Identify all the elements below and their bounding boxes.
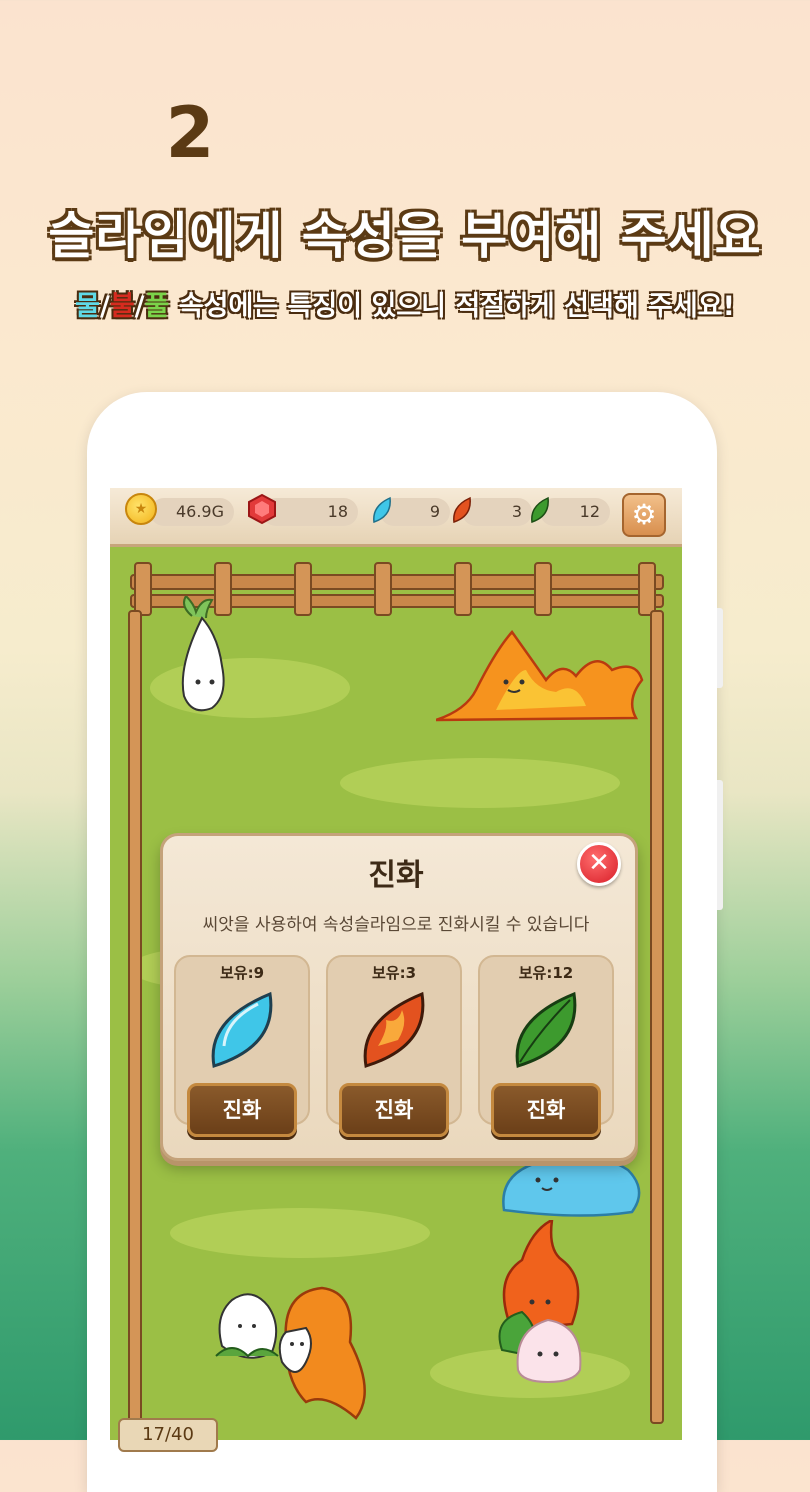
fence-post xyxy=(638,562,656,616)
modal-title: 진화 xyxy=(368,858,424,893)
evolve-water-button[interactable]: 진화 xyxy=(187,1083,297,1137)
grass-seed-count: 12 xyxy=(540,498,610,526)
subheadline-text: 속성에는 특징이 있으니 적절하게 선택해 주세요! xyxy=(169,291,735,322)
fence-post xyxy=(294,562,312,616)
fence-rail xyxy=(130,574,664,590)
ruby-icon xyxy=(248,493,276,525)
evolve-grass-button[interactable]: 진화 xyxy=(491,1083,601,1137)
water-owned-count: 보유:9 xyxy=(219,964,265,982)
separator: / xyxy=(99,291,110,322)
headline: 슬라임에게 속성을 부여해 주세요 xyxy=(48,207,762,265)
evolve-fire-button[interactable]: 진화 xyxy=(339,1083,449,1137)
fire-seed-icon xyxy=(453,496,471,524)
step-number: 2 xyxy=(165,92,215,174)
fire-owned-count: 보유:3 xyxy=(371,964,417,982)
grass-patch xyxy=(340,758,620,808)
fence-post xyxy=(374,562,392,616)
phone-side-button xyxy=(717,608,723,688)
close-icon: ✕ xyxy=(588,848,610,878)
separator: / xyxy=(134,291,145,322)
fire-seed-icon xyxy=(363,991,425,1068)
pink-slime xyxy=(516,1318,582,1384)
phone-side-button xyxy=(717,780,723,910)
grass-label: 풀 xyxy=(144,291,170,322)
coin-icon: ★ xyxy=(125,493,157,525)
settings-button[interactable]: ⚙ xyxy=(622,493,666,537)
fire-slime xyxy=(436,630,644,722)
water-seed-icon xyxy=(211,991,273,1068)
grass-seed-icon xyxy=(515,991,577,1068)
water-label: 물 xyxy=(75,291,100,322)
fence-post xyxy=(134,562,152,616)
fence-post xyxy=(454,562,472,616)
fence-post xyxy=(534,562,552,616)
gear-icon: ⚙ xyxy=(631,498,657,531)
subheadline: 물/불/풀 속성에는 특징이 있으니 적절하게 선택해 주세요! xyxy=(0,284,810,323)
close-button[interactable]: ✕ xyxy=(577,842,621,886)
fire-bird-slime xyxy=(278,1286,366,1420)
grass-owned-count: 보유:12 xyxy=(518,964,574,982)
white-slime xyxy=(215,1293,279,1359)
water-seed-icon xyxy=(373,496,391,524)
fire-seed-count: 3 xyxy=(462,498,532,526)
fence-side xyxy=(128,610,142,1424)
modal-description: 씨앗을 사용하여 속성슬라임으로 진화시킬 수 있습니다 xyxy=(202,915,590,935)
radish-slime xyxy=(181,596,225,712)
gold-amount: 46.9G xyxy=(150,498,234,526)
grass-patch xyxy=(170,1208,430,1258)
fire-label: 불 xyxy=(109,291,135,322)
slime-count: 17/40 xyxy=(118,1418,218,1452)
grass-seed-icon xyxy=(531,496,549,524)
fence-side xyxy=(650,610,664,1424)
